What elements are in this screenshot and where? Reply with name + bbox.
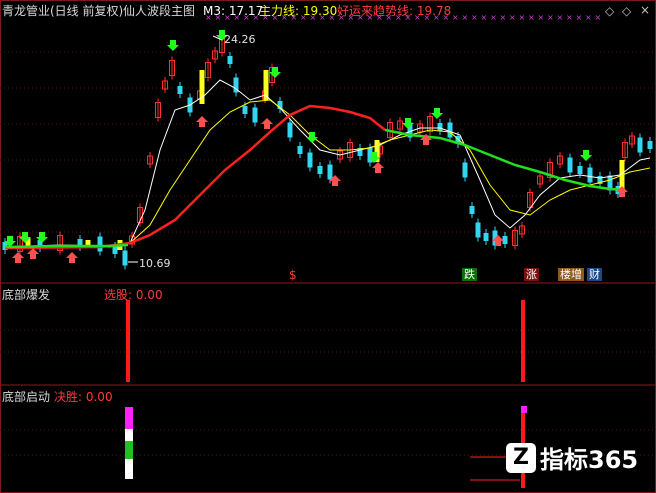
candle-body — [307, 152, 313, 168]
panel3-value: 决胜: 0.00 — [54, 390, 113, 404]
candle-body — [297, 146, 303, 154]
scroll-down-control[interactable]: ◇ — [622, 5, 631, 17]
close-control[interactable]: × — [640, 4, 650, 16]
stack-segment — [125, 459, 133, 479]
logo-mark-icon: Z — [506, 442, 536, 473]
marker-x-icon: × — [471, 13, 478, 22]
stack-segment — [125, 429, 133, 441]
marker-x-icon: × — [481, 13, 488, 22]
signal-bar — [126, 300, 130, 382]
watermark-logo: Z 指标365 — [506, 440, 638, 475]
candle-body — [437, 123, 443, 131]
scroll-up-control[interactable]: ◇ — [605, 5, 614, 17]
candle-body — [475, 222, 481, 238]
sell-arrow-icon — [167, 40, 179, 51]
marker-x-icon: × — [528, 13, 535, 22]
marker-x-icon: × — [585, 13, 592, 22]
candle-body — [483, 233, 489, 241]
signal-tag-fall: 跌 — [462, 268, 477, 281]
signal-bar — [521, 300, 525, 382]
stack-segment — [125, 441, 133, 459]
candle-body — [317, 166, 323, 174]
signal-tag-rise: 涨 — [524, 268, 539, 281]
marker-x-icon: × — [462, 13, 469, 22]
panel3-name: 底部启动 — [2, 390, 51, 404]
buy-arrow-icon — [261, 118, 273, 129]
buy-arrow-icon — [27, 248, 39, 259]
signal-tag-wealth: 财 — [587, 268, 602, 281]
candle-body — [177, 86, 183, 94]
candle-body — [647, 141, 653, 149]
candle-body — [587, 167, 593, 183]
marker-x-icon: × — [500, 13, 507, 22]
price-high-label: 24.26 — [224, 33, 256, 46]
candle-body — [469, 206, 475, 214]
candle-body — [252, 107, 258, 123]
trend-line-value: 好运来趋势线: 19.78 — [337, 4, 452, 18]
chart-window: × × × × × × × × × × × × × × × × × × × × × × × × × × × × × × × × × × × × × × × ×… — [0, 0, 656, 493]
candle-body — [567, 157, 573, 173]
signal-tag-increase: 楼增 — [558, 268, 584, 281]
price-low-label: 10.69 — [139, 257, 171, 270]
marker-x-icon: × — [490, 13, 497, 22]
marker-x-icon: × — [509, 13, 516, 22]
main-line-value: 主力线: 19.30 — [259, 4, 338, 18]
candle-body — [112, 246, 118, 254]
candle-body — [502, 236, 508, 244]
panel2-value: 选股: 0.00 — [104, 288, 163, 302]
candle-body — [122, 250, 128, 266]
marker-x-icon: × — [576, 13, 583, 22]
candle-body — [462, 162, 468, 178]
m3-value: M3: 17.17 — [203, 4, 264, 18]
buy-arrow-icon — [66, 252, 78, 263]
marker-x-icon: × — [547, 13, 554, 22]
candle-body — [327, 164, 333, 180]
highlight-bar — [199, 70, 205, 104]
candle-body — [287, 122, 293, 138]
buy-arrow-icon — [12, 252, 24, 263]
candle-body — [577, 166, 583, 174]
marker-x-icon: × — [538, 13, 545, 22]
candle-body — [637, 137, 643, 153]
indicator-name: 仙人波段主图 — [123, 4, 196, 18]
stack-segment — [125, 407, 133, 429]
marker-x-icon: × — [595, 13, 602, 22]
marker-x-icon: × — [566, 13, 573, 22]
buy-arrow-icon — [196, 116, 208, 127]
m3-line — [4, 79, 651, 248]
candle-body — [97, 236, 103, 252]
marker-x-icon: × — [557, 13, 564, 22]
sell-arrow-icon — [306, 132, 318, 143]
stack-segment — [521, 406, 527, 413]
logo-text: 指标365 — [540, 446, 639, 474]
candle-body — [242, 106, 248, 114]
money-icon: $ — [289, 268, 297, 282]
sell-arrow-icon — [269, 67, 281, 78]
marker-x-icon: × — [452, 13, 459, 22]
panel2-name: 底部爆发 — [2, 288, 51, 302]
trend-line-green — [4, 243, 129, 249]
marker-x-icon: × — [519, 13, 526, 22]
buy-arrow-icon — [372, 162, 384, 173]
candle-body — [227, 56, 233, 64]
stock-title: 青龙管业(日线 前复权) — [2, 4, 124, 18]
chart-canvas: × × × × × × × × × × × × × × × × × × × × × × × × × × × × × × × × × × × × × × × ×… — [0, 0, 656, 493]
sell-arrow-icon — [580, 150, 592, 161]
candle-body — [447, 122, 453, 138]
